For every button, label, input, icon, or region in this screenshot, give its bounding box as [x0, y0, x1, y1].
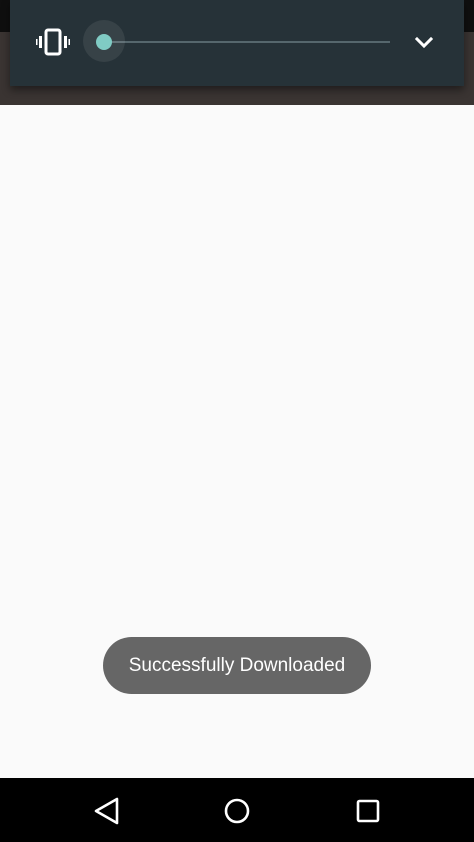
volume-slider[interactable]	[83, 20, 390, 64]
recents-square-icon[interactable]	[351, 794, 385, 828]
chevron-down-icon[interactable]	[413, 32, 435, 54]
home-circle-icon[interactable]	[220, 794, 254, 828]
toast-message: Successfully Downloaded	[103, 637, 371, 694]
vibrate-icon[interactable]	[36, 28, 70, 56]
back-triangle-icon[interactable]	[90, 794, 124, 828]
navigation-bar	[0, 778, 474, 842]
volume-panel	[10, 0, 464, 86]
volume-slider-thumb[interactable]	[96, 34, 112, 50]
volume-slider-track[interactable]	[104, 41, 390, 43]
